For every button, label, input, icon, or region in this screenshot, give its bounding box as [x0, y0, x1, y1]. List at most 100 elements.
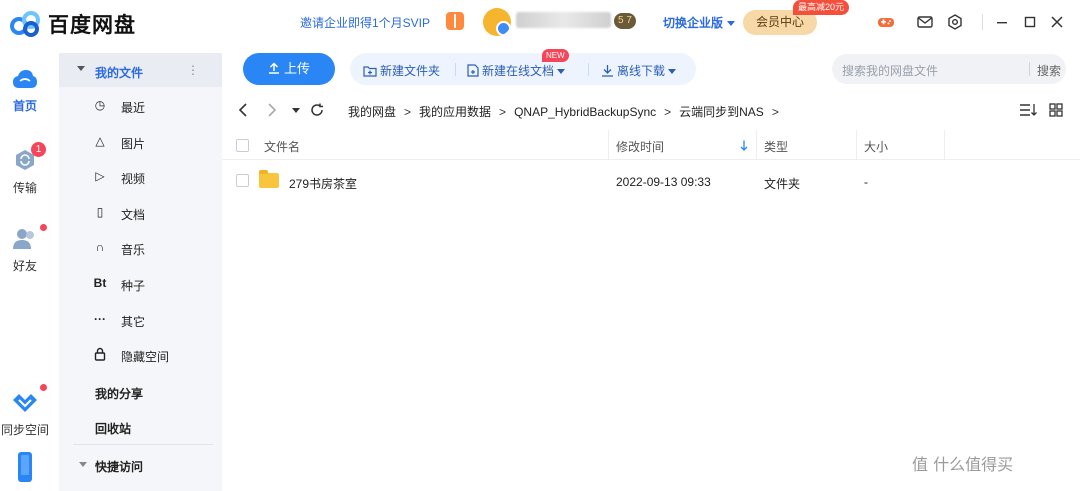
sidebar-item-documents[interactable]: ▯ 文档: [59, 195, 222, 229]
sidebar-item-label: 其它: [121, 315, 146, 329]
select-all-checkbox[interactable]: [236, 139, 249, 152]
avatar[interactable]: [483, 8, 511, 36]
minimize-icon[interactable]: [994, 14, 1010, 30]
divider[interactable]: [944, 130, 945, 160]
offline-download-button[interactable]: 离线下载: [601, 62, 677, 79]
divider[interactable]: [608, 130, 609, 160]
rail-transfer-label: 传输: [12, 181, 37, 195]
back-icon[interactable]: [238, 103, 248, 117]
music-icon: ∩: [95, 240, 105, 254]
new-online-doc-button[interactable]: 新建在线文档: [467, 62, 566, 79]
sidebar-recycle-bin[interactable]: 回收站: [95, 420, 131, 437]
bt-icon: Bt: [93, 276, 107, 290]
username-blurred[interactable]: [516, 12, 611, 28]
search-button[interactable]: 搜索: [1037, 62, 1061, 79]
file-name[interactable]: 279书房茶室: [289, 175, 357, 192]
breadcrumb-item[interactable]: 我的应用数据: [419, 105, 491, 119]
sidebar-item-torrents[interactable]: Bt 种子: [59, 266, 222, 300]
table-row[interactable]: 279书房茶室 2022-09-13 09:33 文件夹 -: [222, 164, 1080, 198]
switch-enterprise-label: 切换企业版: [663, 16, 724, 30]
chevron-down-icon: [668, 69, 677, 75]
toolbar-group: 新建文件夹 新建在线文档 离线下载: [350, 53, 696, 85]
switch-enterprise-button[interactable]: 切换企业版: [663, 14, 736, 31]
row-checkbox[interactable]: [236, 174, 249, 187]
sidebar-item-label: 隐藏空间: [121, 350, 170, 364]
search-box[interactable]: 搜索我的网盘文件 搜索: [832, 54, 1066, 84]
new-online-doc-label: 新建在线文档: [482, 64, 555, 78]
rail-home[interactable]: 首页: [0, 68, 50, 114]
maximize-icon[interactable]: [1022, 14, 1038, 30]
collapse-arrow-icon[interactable]: [77, 66, 85, 71]
rail-app-shortcut[interactable]: [0, 452, 50, 485]
more-icon: ···: [94, 312, 106, 326]
more-vertical-icon[interactable]: ⋮: [187, 63, 199, 77]
game-icon[interactable]: [877, 13, 895, 31]
column-header-modified[interactable]: 修改时间: [616, 138, 664, 155]
settings-icon[interactable]: [946, 13, 964, 31]
rail-sync-space-label: 同步空间: [0, 423, 49, 437]
new-badge: NEW: [542, 49, 569, 62]
divider: [455, 63, 456, 76]
transfer-count-badge: 1: [31, 142, 46, 157]
breadcrumb-item[interactable]: 云端同步到NAS: [679, 105, 764, 119]
column-header-size[interactable]: 大小: [864, 138, 888, 155]
sidebar-item-recent[interactable]: ◷ 最近: [59, 88, 222, 122]
chevron-down-icon: [557, 69, 566, 75]
upload-label: 上传: [283, 61, 310, 76]
new-folder-button[interactable]: 新建文件夹: [363, 62, 440, 79]
file-modified: 2022-09-13 09:33: [616, 175, 711, 189]
sort-desc-icon[interactable]: [740, 140, 748, 151]
rail-friends-label: 好友: [12, 259, 37, 273]
lock-icon: [94, 347, 106, 361]
upload-button[interactable]: 上传: [243, 53, 335, 85]
rail-transfer[interactable]: 传输 1: [0, 142, 50, 196]
file-type: 文件夹: [764, 177, 801, 191]
collapse-arrow-icon[interactable]: [79, 462, 87, 467]
breadcrumb-separator: >: [771, 105, 779, 119]
refresh-icon[interactable]: [310, 103, 324, 117]
sidebar-item-label: 图片: [121, 137, 146, 151]
phone-app-icon: [18, 452, 32, 482]
breadcrumb-separator: >: [664, 105, 672, 119]
new-folder-label: 新建文件夹: [380, 64, 441, 78]
sidebar-my-share[interactable]: 我的分享: [95, 385, 143, 402]
chevron-down-icon: [727, 21, 736, 27]
cloud-icon: [13, 70, 37, 88]
svip-level-badge: 5 7: [614, 13, 636, 29]
sidebar-quick-access[interactable]: 快捷访问: [95, 458, 143, 475]
sidebar-item-music[interactable]: ∩ 音乐: [59, 230, 222, 264]
image-icon: △: [95, 134, 105, 148]
breadcrumb-item[interactable]: QNAP_HybridBackupSync: [514, 105, 656, 119]
grid-view-icon[interactable]: [1049, 103, 1063, 117]
sidebar-my-files[interactable]: 我的文件 ⋮: [59, 53, 222, 87]
invite-enterprise-link[interactable]: 邀请企业即得1个月SVIP: [300, 14, 430, 31]
sidebar-my-files-label: 我的文件: [95, 66, 144, 80]
app-logo[interactable]: 百度网盘: [10, 9, 136, 39]
sync-notification-dot: [40, 384, 47, 391]
breadcrumb-item[interactable]: 我的网盘: [348, 105, 396, 119]
sidebar-item-other[interactable]: ··· 其它: [59, 302, 222, 336]
column-header-name[interactable]: 文件名: [264, 138, 300, 155]
rail-sync-space[interactable]: 同步空间: [0, 384, 50, 438]
new-folder-icon: [363, 66, 377, 77]
sidebar-item-images[interactable]: △ 图片: [59, 124, 222, 158]
file-size: -: [864, 175, 868, 189]
online-doc-icon: [467, 64, 479, 77]
sidebar-item-label: 最近: [121, 101, 146, 115]
sidebar-item-label: 文档: [121, 208, 146, 222]
divider[interactable]: [756, 130, 757, 160]
divider[interactable]: [856, 130, 857, 160]
gift-icon[interactable]: [446, 12, 464, 30]
history-dropdown-icon[interactable]: [292, 108, 300, 113]
document-icon: ▯: [96, 205, 104, 219]
sidebar-item-videos[interactable]: ▷ 视频: [59, 159, 222, 193]
clock-icon: ◷: [94, 98, 106, 112]
forward-icon[interactable]: [267, 103, 277, 117]
sort-list-icon[interactable]: [1019, 103, 1037, 117]
close-icon[interactable]: [1049, 14, 1065, 30]
sidebar-item-hidden-space[interactable]: 隐藏空间: [59, 337, 222, 371]
rail-friends[interactable]: 好友: [0, 224, 50, 274]
mail-icon[interactable]: [916, 13, 934, 31]
column-header-type[interactable]: 类型: [764, 138, 788, 155]
search-input[interactable]: 搜索我的网盘文件: [842, 62, 938, 79]
